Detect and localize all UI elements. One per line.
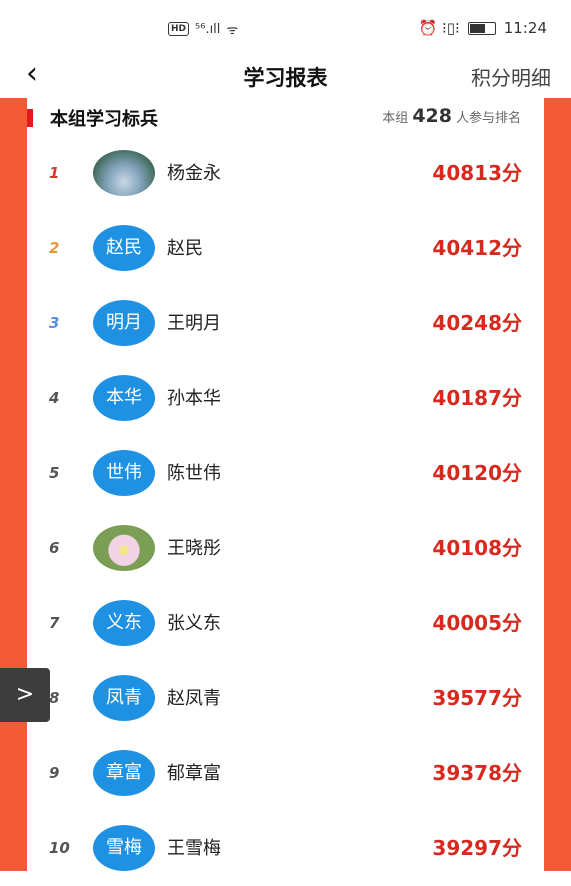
rank-number: 3 xyxy=(49,314,60,332)
clock: 11:24 xyxy=(503,19,547,37)
ranking-row[interactable]: 8 凤青 赵凤青 39577分 xyxy=(27,661,544,736)
member-name: 王晓彤 xyxy=(167,538,221,559)
rank-number: 6 xyxy=(49,539,60,557)
member-score: 40005分 xyxy=(432,611,522,635)
member-name: 孙本华 xyxy=(167,388,221,409)
section-marker xyxy=(27,109,33,127)
participant-count: 428 xyxy=(412,105,452,127)
member-name: 陈世伟 xyxy=(167,463,221,484)
avatar: 世伟 xyxy=(93,450,155,496)
network-status: HD ⁵⁶.ıll ᯤ xyxy=(168,20,238,38)
rank-number: 9 xyxy=(49,764,60,782)
rank-number: 8 xyxy=(49,689,60,707)
rank-number: 4 xyxy=(49,389,60,407)
ranking-row[interactable]: 5 世伟 陈世伟 40120分 xyxy=(27,436,544,511)
participant-suffix: 人参与排名 xyxy=(455,111,521,126)
ranking-row[interactable]: 3 明月 王明月 40248分 xyxy=(27,286,544,361)
right-accent-band xyxy=(544,98,571,871)
member-score: 39297分 xyxy=(432,836,522,860)
member-score: 40187分 xyxy=(432,386,522,410)
ranking-row[interactable]: 10 雪梅 王雪梅 39297分 xyxy=(27,811,544,871)
member-name: 赵民 xyxy=(167,238,203,259)
avatar xyxy=(93,150,155,196)
hd-icon: HD xyxy=(168,22,190,36)
member-score: 40248分 xyxy=(432,311,522,335)
ranking-row[interactable]: 7 义东 张义东 40005分 xyxy=(27,586,544,661)
signal-icon: ⁵⁶.ıll xyxy=(195,21,221,37)
battery-icon xyxy=(467,21,496,35)
member-score: 40412分 xyxy=(432,236,522,260)
rank-number: 1 xyxy=(49,164,60,182)
ranking-row[interactable]: 1 杨金永 40813分 xyxy=(27,136,544,211)
member-score: 39378分 xyxy=(432,761,522,785)
rank-number: 2 xyxy=(49,239,60,257)
left-accent-band xyxy=(0,98,27,871)
member-name: 赵凤青 xyxy=(167,688,221,709)
rank-number: 7 xyxy=(49,614,60,632)
avatar: 义东 xyxy=(93,600,155,646)
ranking-row[interactable]: 9 章富 郁章富 39378分 xyxy=(27,736,544,811)
avatar: 雪梅 xyxy=(93,825,155,871)
points-detail-link[interactable]: 积分明细 xyxy=(471,62,551,91)
side-expand-handle[interactable]: > xyxy=(0,668,50,722)
avatar: 本华 xyxy=(93,375,155,421)
alarm-icon: ⏰ ⁝▯⁝ xyxy=(418,19,460,37)
system-status: ⏰ ⁝▯⁝ 11:24 xyxy=(419,19,547,37)
member-name: 王明月 xyxy=(167,313,221,334)
member-name: 张义东 xyxy=(167,613,221,634)
avatar xyxy=(93,525,155,571)
avatar: 赵民 xyxy=(93,225,155,271)
member-score: 40108分 xyxy=(432,536,522,560)
ranking-row[interactable]: 4 本华 孙本华 40187分 xyxy=(27,361,544,436)
member-name: 杨金永 xyxy=(167,163,221,184)
ranking-row[interactable]: 2 赵民 赵民 40412分 xyxy=(27,211,544,286)
member-score: 39577分 xyxy=(432,686,522,710)
member-score: 40120分 xyxy=(432,461,522,485)
avatar: 章富 xyxy=(93,750,155,796)
participant-info: 本组 428 人参与排名 xyxy=(382,105,521,127)
member-name: 王雪梅 xyxy=(167,838,221,859)
nav-header: ‹ 学习报表 积分明细 xyxy=(0,56,571,98)
section-title: 本组学习标兵 xyxy=(50,109,158,130)
wifi-icon: ᯤ xyxy=(226,23,239,38)
rank-number: 10 xyxy=(49,839,70,857)
status-bar: HD ⁵⁶.ıll ᯤ ⏰ ⁝▯⁝ 11:24 xyxy=(0,0,571,56)
member-score: 40813分 xyxy=(432,161,522,185)
avatar: 凤青 xyxy=(93,675,155,721)
member-name: 郁章富 xyxy=(167,763,221,784)
avatar: 明月 xyxy=(93,300,155,346)
ranking-row[interactable]: 6 王晓彤 40108分 xyxy=(27,511,544,586)
participant-prefix: 本组 xyxy=(382,111,409,126)
rank-number: 5 xyxy=(49,464,60,482)
